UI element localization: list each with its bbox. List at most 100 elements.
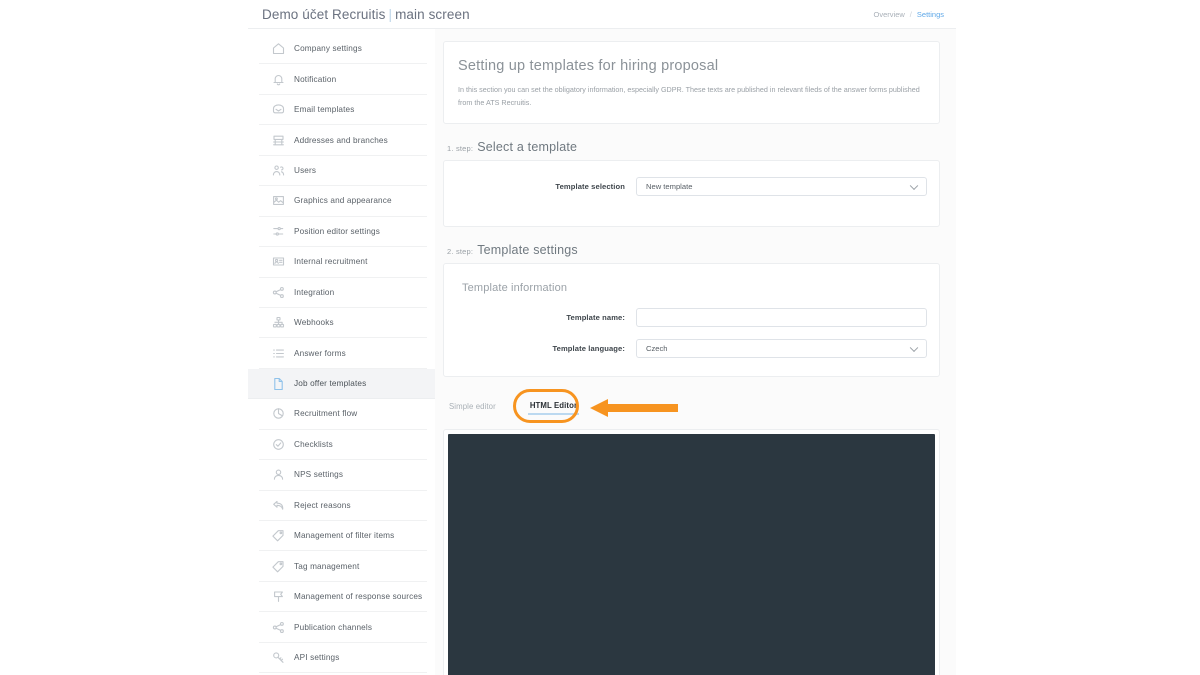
sidebar-item-label: Management of filter items — [294, 531, 395, 541]
sidebar-item-label: Graphics and appearance — [294, 196, 392, 206]
account-name: Demo účet Recruitis — [262, 6, 386, 22]
sidebar-item-label: Tag management — [294, 561, 360, 571]
sidebar-item-position-editor-settings[interactable]: Position editor settings — [259, 217, 427, 248]
top-header-bar: Demo účet Recruitis | main screen Overview… — [248, 0, 956, 29]
check-circle-icon — [272, 438, 285, 451]
person-icon — [272, 468, 285, 481]
image-icon — [272, 194, 285, 207]
sidebar-item-label: NPS settings — [294, 470, 344, 480]
breadcrumb-separator: / — [909, 9, 912, 19]
template-name-label: Template name: — [566, 313, 625, 323]
breadcrumb: Overview / Settings — [874, 10, 944, 19]
key-icon — [272, 651, 285, 664]
step1-card: Template selection New template — [443, 160, 940, 228]
sidebar-item-label: Webhooks — [294, 318, 334, 328]
share-icon — [272, 286, 285, 299]
id-card-icon — [272, 255, 285, 268]
sidebar-item-email-templates[interactable]: Email templates — [259, 95, 427, 126]
template-language-label: Template language: — [552, 344, 625, 354]
home-icon — [272, 42, 285, 55]
tag-icon — [272, 529, 285, 542]
sidebar-item-internal-recruitment[interactable]: Internal recruitment — [259, 247, 427, 278]
sidebar-item-label: Job offer templates — [294, 379, 367, 389]
document-icon — [272, 377, 285, 391]
bell-icon — [272, 73, 285, 86]
pin-icon — [272, 590, 285, 603]
sidebar-item-nps-settings[interactable]: NPS settings — [259, 460, 427, 491]
sidebar-nav: Company settings Notification Email templa… — [248, 29, 435, 675]
sitemap-icon — [272, 316, 285, 329]
sidebar-item-label: Email templates — [294, 105, 355, 115]
sidebar-item-label: Company settings — [294, 44, 362, 54]
list-icon — [272, 347, 285, 360]
title-separator: | — [388, 6, 393, 22]
template-information-title: Template information — [462, 282, 568, 295]
sidebar-item-addresses-and-branches[interactable]: Addresses and branches — [259, 125, 427, 156]
template-language-value: Czech — [646, 344, 668, 354]
sidebar-item-company-settings[interactable]: Company settings — [259, 34, 427, 65]
sidebar-item-recruitment-flow[interactable]: Recruitment flow — [259, 399, 427, 430]
html-editor-textarea[interactable] — [448, 434, 935, 675]
sidebar-item-label: Notification — [294, 74, 337, 84]
sidebar-item-label: Users — [294, 165, 317, 175]
pointer-arrow-icon — [590, 399, 678, 418]
editor-tabs: Simple editor HTML Editor — [447, 389, 940, 424]
sliders-icon — [272, 225, 285, 238]
template-language-select[interactable]: Czech — [636, 339, 927, 359]
sidebar-item-answer-forms[interactable]: Answer forms — [259, 338, 427, 369]
breadcrumb-settings[interactable]: Settings — [917, 10, 944, 19]
sidebar-item-job-offer-templates[interactable]: Job offer templates — [248, 368, 435, 400]
sidebar-item-management-of-filter-items[interactable]: Management of filter items — [259, 521, 427, 552]
intro-card: Setting up templates for hiring proposal… — [443, 41, 940, 125]
users-icon — [272, 164, 285, 177]
sidebar-item-label: Addresses and branches — [294, 135, 388, 145]
intro-description: In this section you can set the obligato… — [458, 85, 920, 107]
envelope-icon — [272, 103, 285, 116]
share-icon — [272, 621, 285, 634]
step1-heading: 1. step: Select a template — [447, 140, 940, 154]
sidebar-item-label: Answer forms — [294, 348, 346, 358]
sidebar-item-label: Checklists — [294, 439, 333, 449]
template-selection-select[interactable]: New template — [636, 177, 927, 197]
sidebar-item-label: Integration — [294, 287, 335, 297]
screen-name: main screen — [395, 6, 470, 22]
tab-html-editor[interactable]: HTML Editor — [527, 397, 580, 416]
template-language-row: Template language: Czech — [456, 339, 927, 359]
sidebar-item-api-settings[interactable]: API settings — [259, 643, 427, 674]
tag-outline-icon — [272, 560, 285, 573]
template-name-input[interactable] — [636, 308, 927, 328]
sidebar-item-label: Position editor settings — [294, 226, 380, 236]
intro-title: Setting up templates for hiring proposal — [458, 58, 719, 74]
sidebar-item-webhooks[interactable]: Webhooks — [259, 308, 427, 339]
sidebar-item-label: Management of response sources — [294, 592, 423, 602]
template-selection-row: Template selection New template — [456, 177, 927, 197]
reply-icon — [272, 499, 285, 512]
template-selection-label: Template selection — [555, 182, 625, 192]
sidebar-item-label: Recruitment flow — [294, 409, 358, 419]
template-name-row: Template name: — [456, 308, 927, 328]
html-editor-panel — [443, 429, 940, 675]
step2-title: Template settings — [477, 243, 578, 258]
sidebar-item-publication-channels[interactable]: Publication channels — [259, 612, 427, 643]
sidebar-item-management-of-response-sources[interactable]: Management of response sources — [259, 582, 427, 613]
sidebar-item-tag-management[interactable]: Tag management — [259, 551, 427, 582]
sidebar-item-graphics-and-appearance[interactable]: Graphics and appearance — [259, 186, 427, 217]
sidebar-item-notification[interactable]: Notification — [259, 64, 427, 95]
sidebar-item-label: Reject reasons — [294, 500, 351, 510]
breadcrumb-overview[interactable]: Overview — [874, 10, 905, 19]
step2-heading: 2. step: Template settings — [447, 243, 940, 257]
flow-icon — [272, 407, 285, 420]
template-selection-value: New template — [646, 182, 693, 192]
sidebar-item-reject-reasons[interactable]: Reject reasons — [259, 491, 427, 521]
sidebar-item-checklists[interactable]: Checklists — [259, 430, 427, 461]
step1-title: Select a template — [477, 140, 578, 155]
tab-simple-editor[interactable]: Simple editor — [447, 398, 498, 415]
sidebar-item-users[interactable]: Users — [259, 156, 427, 187]
step2-number: 2. step: — [447, 247, 474, 257]
main-content: Setting up templates for hiring proposal… — [435, 29, 956, 675]
page-title: Demo účet Recruitis | main screen — [262, 7, 470, 22]
sidebar-item-label: API settings — [294, 652, 340, 662]
sidebar-item-label: Internal recruitment — [294, 257, 368, 267]
sidebar-item-integration[interactable]: Integration — [259, 278, 427, 308]
building-icon — [272, 134, 285, 147]
